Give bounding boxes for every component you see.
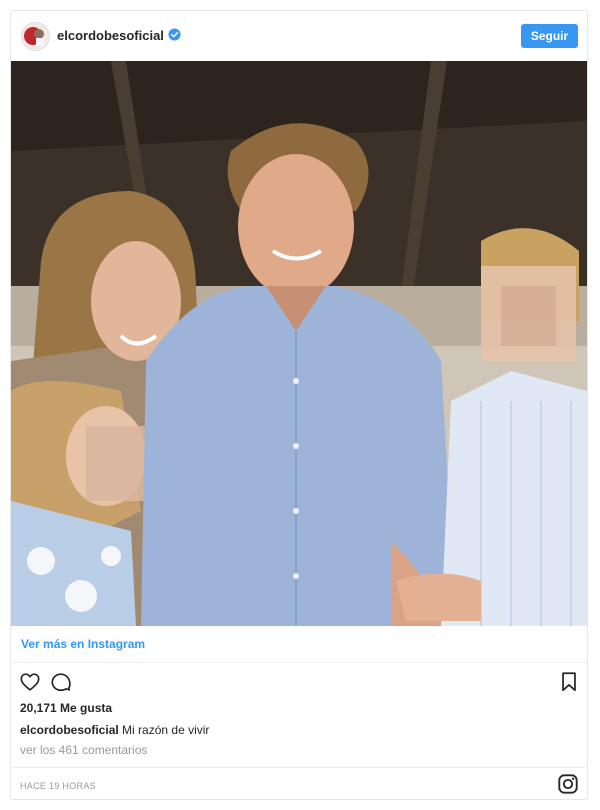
avatar[interactable] [21, 22, 50, 51]
post-header: elcordobesoficial Seguir [11, 11, 587, 61]
bookmark-icon[interactable] [559, 671, 579, 693]
post-username[interactable]: elcordobesoficial [57, 28, 164, 43]
instagram-embed-card: elcordobesoficial Seguir Ver más en Inst… [10, 10, 588, 800]
verified-badge-icon [168, 28, 181, 41]
comment-bubble-icon[interactable] [50, 671, 72, 693]
follow-button[interactable]: Seguir [521, 24, 578, 48]
post-photo[interactable] [11, 61, 587, 626]
instagram-logo-icon[interactable] [557, 773, 579, 795]
caption-text: Mi razón de vivir [122, 723, 210, 737]
divider [11, 662, 587, 663]
likes-count[interactable]: 20,171 Me gusta [20, 701, 112, 715]
caption-username[interactable]: elcordobesoficial [20, 723, 119, 737]
view-more-on-instagram-link[interactable]: Ver más en Instagram [21, 637, 145, 651]
post-timestamp[interactable]: HACE 19 HORAS [20, 781, 96, 791]
heart-icon[interactable] [19, 671, 41, 693]
post-caption: elcordobesoficial Mi razón de vivir [20, 723, 209, 737]
view-comments-link[interactable]: ver los 461 comentarios [20, 743, 147, 757]
divider [11, 767, 587, 768]
